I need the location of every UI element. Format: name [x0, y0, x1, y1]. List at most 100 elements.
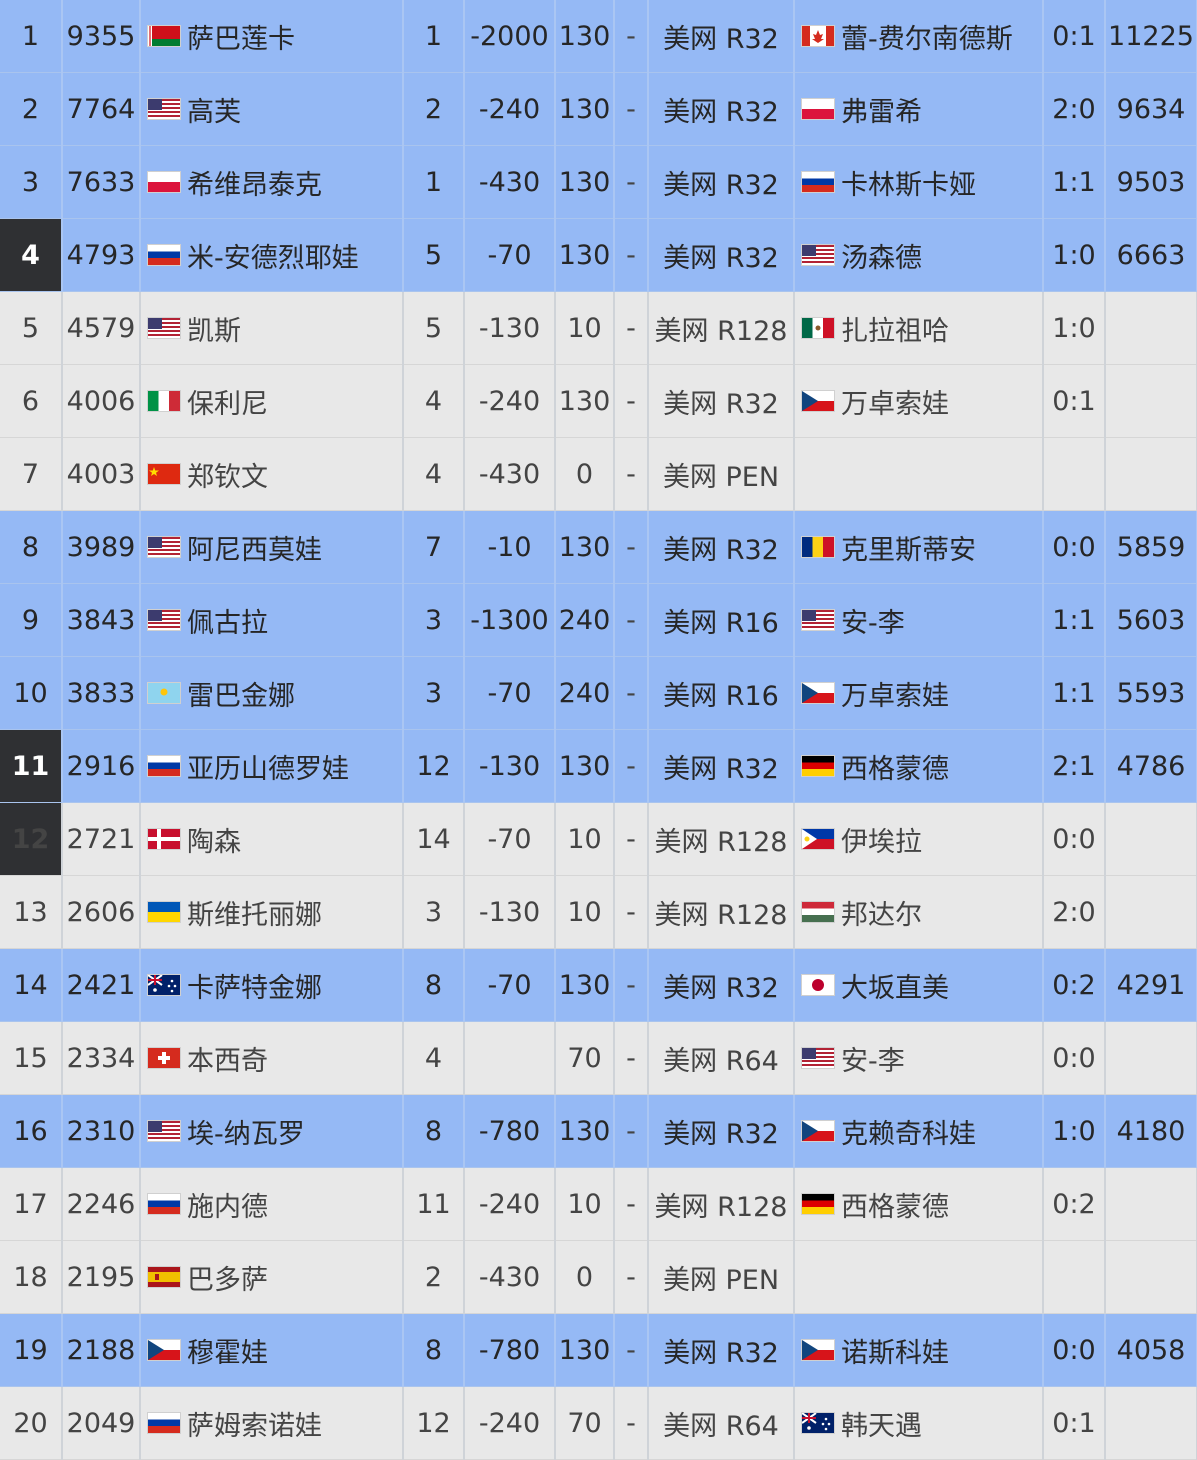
round-cell-text: 美网 R32 — [663, 534, 779, 566]
round-points-cell-text: 70 — [567, 1408, 602, 1439]
flag-icon — [147, 682, 181, 704]
final-points-cell-text: 5593 — [1116, 678, 1186, 709]
h2h-cell: 0:2 — [1043, 948, 1106, 1022]
h2h-cell-text: 0:2 — [1052, 970, 1096, 1001]
change-cell-text: -70 — [487, 824, 532, 855]
separator-cell: - — [614, 1240, 649, 1314]
opponent-cell: 诺斯科娃 — [794, 1313, 1044, 1387]
separator-cell: - — [614, 291, 649, 365]
final-points-cell: 4058 — [1105, 1313, 1197, 1387]
h2h-cell-text: 0:1 — [1052, 21, 1096, 52]
separator-cell-text: - — [626, 897, 636, 928]
points-cell: 4003 — [62, 437, 141, 511]
seed-cell-text: 8 — [424, 1335, 443, 1366]
player-cell: 佩古拉 — [140, 583, 404, 657]
change-cell: -130 — [464, 291, 556, 365]
change-cell-text: -430 — [478, 167, 541, 198]
h2h-cell: 1:1 — [1043, 145, 1106, 219]
player-cell-text: 凯斯 — [187, 315, 241, 347]
change-cell: -70 — [464, 656, 556, 730]
opponent-cell: 大坂直美 — [794, 948, 1044, 1022]
change-cell-text: -130 — [478, 313, 541, 344]
player-cell-text: 巴多萨 — [187, 1264, 268, 1296]
seed-cell-text: 8 — [424, 970, 443, 1001]
change-cell-text: -240 — [478, 1189, 541, 1220]
round-cell-text: 美网 R128 — [654, 826, 788, 858]
rank-cell-text: 3 — [21, 167, 40, 198]
round-cell: 美网 R16 — [648, 583, 795, 657]
rank-cell-text: 16 — [13, 1116, 48, 1147]
points-cell-text: 4793 — [66, 240, 136, 271]
rank-cell-text: 13 — [13, 897, 48, 928]
rank-cell: 7 — [0, 437, 63, 511]
rank-cell: 13 — [0, 875, 63, 949]
rank-cell: 8 — [0, 510, 63, 584]
separator-cell-text: - — [626, 605, 636, 636]
table-row: 7 4003 郑钦文 4 -430 0 - 美网 PEN — [0, 437, 1197, 511]
flag-icon — [147, 317, 181, 339]
flag-icon — [801, 901, 835, 923]
round-cell-text: 美网 R32 — [663, 96, 779, 128]
round-cell: 美网 R32 — [648, 510, 795, 584]
round-points-cell-text: 130 — [558, 94, 611, 125]
round-points-cell: 70 — [555, 1021, 615, 1095]
h2h-cell: 0:0 — [1043, 510, 1106, 584]
round-points-cell-text: 10 — [567, 1189, 602, 1220]
opponent-cell-text: 诺斯科娃 — [841, 1337, 949, 1369]
table-row: 19 2188 穆霍娃 8 -780 130- 美网 R32 诺斯科娃 0:0 4058 — [0, 1313, 1197, 1387]
player-cell-text: 斯维托丽娜 — [187, 899, 322, 931]
change-cell: -2000 — [464, 0, 556, 73]
separator-cell: - — [614, 1021, 649, 1095]
seed-cell-text: 2 — [424, 94, 443, 125]
separator-cell-text: - — [626, 1408, 636, 1439]
final-points-cell: 9503 — [1105, 145, 1197, 219]
player-cell: 本西奇 — [140, 1021, 404, 1095]
table-row: 8 3989 阿尼西莫娃 7 -10 130- 美网 R32 克里斯蒂安 0:0 5859 — [0, 510, 1197, 584]
round-points-cell: 130 — [555, 218, 615, 292]
separator-cell-text: - — [626, 1189, 636, 1220]
round-points-cell-text: 130 — [558, 240, 611, 271]
points-cell-text: 2310 — [66, 1116, 136, 1147]
flag-icon — [147, 1266, 181, 1288]
h2h-cell-text: 1:1 — [1052, 167, 1096, 198]
final-points-cell-text: 5859 — [1116, 532, 1186, 563]
round-cell: 美网 R32 — [648, 948, 795, 1022]
separator-cell: - — [614, 729, 649, 803]
round-points-cell: 130 — [555, 1313, 615, 1387]
final-points-cell: 5859 — [1105, 510, 1197, 584]
round-cell: 美网 R128 — [648, 875, 795, 949]
seed-cell: 14 — [403, 802, 465, 876]
table-row: 15 2334 本西奇 4 70- 美网 R64 安-李 0:0 — [0, 1021, 1197, 1095]
points-cell: 2721 — [62, 802, 141, 876]
flag-icon — [147, 1193, 181, 1215]
separator-cell: - — [614, 1386, 649, 1460]
player-cell: 希维昂泰克 — [140, 145, 404, 219]
h2h-cell-text: 0:0 — [1052, 1335, 1096, 1366]
table-row: 14 2421 卡萨特金娜 8 -70 130- 美网 R32 大坂直美 0:2 4291 — [0, 948, 1197, 1022]
rank-cell: 14 — [0, 948, 63, 1022]
seed-cell: 12 — [403, 1386, 465, 1460]
seed-cell: 2 — [403, 72, 465, 146]
separator-cell-text: - — [626, 970, 636, 1001]
points-cell: 2049 — [62, 1386, 141, 1460]
seed-cell-text: 5 — [424, 313, 443, 344]
change-cell-text: -780 — [478, 1116, 541, 1147]
change-cell-text: -1300 — [470, 605, 549, 636]
round-points-cell: 0 — [555, 437, 615, 511]
seed-cell: 8 — [403, 948, 465, 1022]
change-cell-text: -240 — [478, 386, 541, 417]
opponent-cell: 伊埃拉 — [794, 802, 1044, 876]
change-cell: -240 — [464, 1386, 556, 1460]
final-points-cell — [1105, 1021, 1197, 1095]
opponent-cell-text: 汤森德 — [841, 242, 922, 274]
points-cell: 2310 — [62, 1094, 141, 1168]
opponent-cell-text: 大坂直美 — [841, 972, 949, 1004]
flag-icon — [147, 901, 181, 923]
change-cell: -70 — [464, 948, 556, 1022]
player-cell-text: 萨姆索诺娃 — [187, 1410, 322, 1442]
opponent-cell-text: 克里斯蒂安 — [841, 534, 976, 566]
round-points-cell-text: 130 — [558, 1116, 611, 1147]
round-points-cell: 130 — [555, 145, 615, 219]
round-points-cell: 0 — [555, 1240, 615, 1314]
player-cell-text: 亚历山德罗娃 — [187, 753, 349, 785]
